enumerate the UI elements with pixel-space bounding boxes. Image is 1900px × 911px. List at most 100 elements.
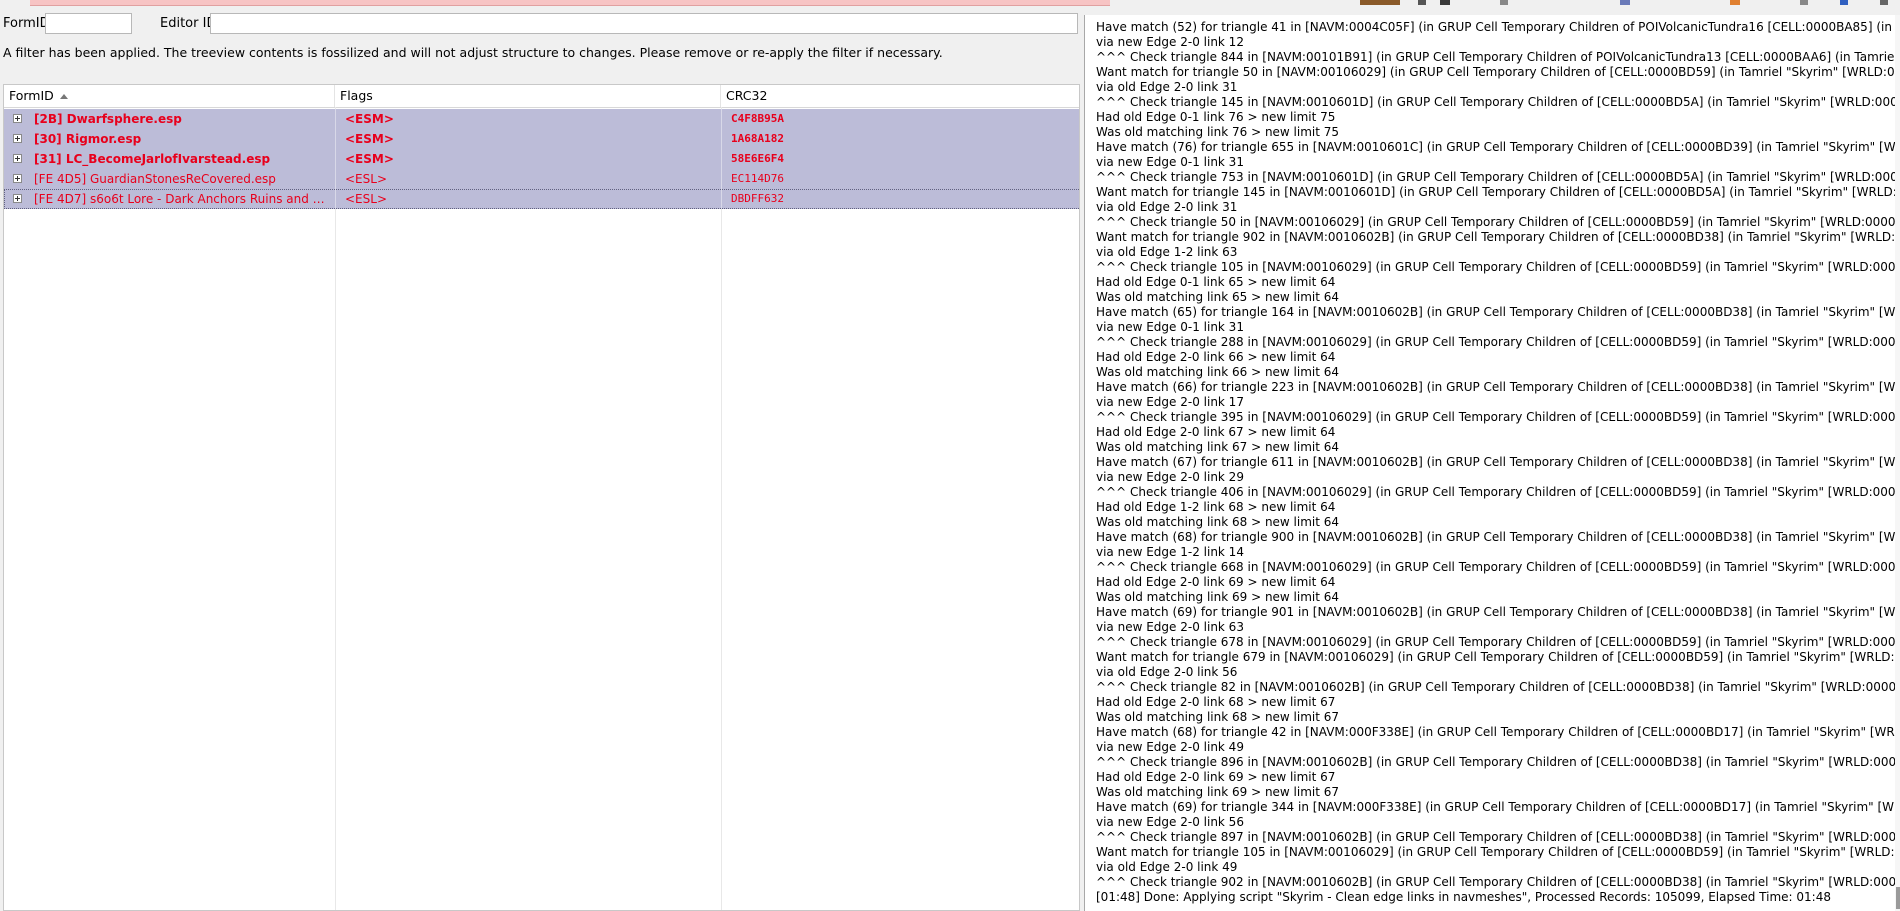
tool-icon-5[interactable] xyxy=(1730,0,1740,5)
column-header-formid[interactable]: FormID xyxy=(4,85,335,107)
expand-icon[interactable] xyxy=(13,114,22,123)
log-line: ^^^ Check triangle 753 in [NAVM:0010601D… xyxy=(1096,170,1900,184)
expand-icon[interactable] xyxy=(13,134,22,143)
tool-icon-4[interactable] xyxy=(1620,0,1630,5)
formid-filter-input[interactable] xyxy=(45,13,132,34)
log-line: Was old matching link 67 > new limit 64 xyxy=(1096,440,1340,454)
log-line: Want match for triangle 145 in [NAVM:001… xyxy=(1096,185,1900,199)
row-flags: <ESM> xyxy=(345,132,394,146)
log-line: Have match (69) for triangle 344 in [NAV… xyxy=(1096,800,1900,814)
cell-divider xyxy=(335,169,336,189)
row-crc32: 1A68A182 xyxy=(731,132,784,145)
log-line: via new Edge 2-0 link 63 xyxy=(1096,620,1244,634)
tree-row[interactable]: [31] LC_BecomeJarlofIvarstead.esp <ESM> … xyxy=(4,149,1079,169)
log-line: Have match (68) for triangle 42 in [NAVM… xyxy=(1096,725,1900,739)
log-line: Had old Edge 2-0 link 67 > new limit 64 xyxy=(1096,425,1336,439)
log-line: via new Edge 1-2 link 14 xyxy=(1096,545,1244,559)
log-line: Had old Edge 2-0 link 69 > new limit 67 xyxy=(1096,770,1336,784)
log-line: Had old Edge 2-0 link 69 > new limit 64 xyxy=(1096,575,1336,589)
log-scrollbar[interactable] xyxy=(1895,15,1900,911)
log-line: via new Edge 0-1 link 31 xyxy=(1096,320,1244,334)
tool-icon-2[interactable] xyxy=(1440,0,1450,5)
expand-icon[interactable] xyxy=(13,174,22,183)
status-banner xyxy=(30,0,1110,6)
log-line: via old Edge 2-0 link 31 xyxy=(1096,200,1238,214)
log-line: via new Edge 2-0 link 29 xyxy=(1096,470,1244,484)
cell-divider xyxy=(721,169,722,189)
log-line: Had old Edge 0-1 link 76 > new limit 75 xyxy=(1096,110,1336,124)
column-header-flags-label: Flags xyxy=(340,88,373,103)
log-line: Was old matching link 65 > new limit 64 xyxy=(1096,290,1340,304)
log-line: Have match (76) for triangle 655 in [NAV… xyxy=(1096,140,1900,154)
tree-row[interactable]: [FE 4D5] GuardianStonesReCovered.esp <ES… xyxy=(4,169,1079,189)
log-line: via old Edge 2-0 link 49 xyxy=(1096,860,1238,874)
log-line: Was old matching link 68 > new limit 64 xyxy=(1096,515,1340,529)
log-line: via new Edge 2-0 link 17 xyxy=(1096,395,1244,409)
log-line: Have match (65) for triangle 164 in [NAV… xyxy=(1096,305,1900,319)
tree-row[interactable]: [2B] Dwarfsphere.esp <ESM> C4F8B95A xyxy=(4,109,1079,129)
row-formid: [FE 4D7] s6o6t Lore - Dark Anchors Ruins… xyxy=(34,192,332,206)
tool-icon-3[interactable] xyxy=(1500,0,1508,5)
tool-icon-1[interactable] xyxy=(1418,0,1426,5)
row-crc32: 58E6E6F4 xyxy=(731,152,784,165)
row-flags: <ESL> xyxy=(345,192,387,206)
record-treeview[interactable]: FormID Flags CRC32 [2B] Dwarfsphere.esp … xyxy=(3,84,1080,911)
log-line: Was old matching link 76 > new limit 75 xyxy=(1096,125,1340,139)
log-line: via old Edge 2-0 link 31 xyxy=(1096,80,1238,94)
tree-row-selected[interactable]: [FE 4D7] s6o6t Lore - Dark Anchors Ruins… xyxy=(4,189,1079,209)
messages-log[interactable]: Have match (52) for triangle 41 in [NAVM… xyxy=(1084,15,1900,911)
column-header-formid-label: FormID xyxy=(9,88,54,103)
tool-icon-7[interactable] xyxy=(1840,0,1848,5)
log-line: Have match (67) for triangle 611 in [NAV… xyxy=(1096,455,1900,469)
log-scrollbar-thumb[interactable] xyxy=(1896,887,1900,909)
log-line: Was old matching link 69 > new limit 64 xyxy=(1096,590,1340,604)
log-line: Want match for triangle 50 in [NAVM:0010… xyxy=(1096,65,1900,79)
log-line: ^^^ Check triangle 145 in [NAVM:0010601D… xyxy=(1096,95,1900,109)
log-line: Have match (68) for triangle 900 in [NAV… xyxy=(1096,530,1900,544)
column-header-crc32[interactable]: CRC32 xyxy=(721,85,1079,107)
log-line: via new Edge 0-1 link 31 xyxy=(1096,155,1244,169)
log-line: Have match (52) for triangle 41 in [NAVM… xyxy=(1096,20,1900,34)
sort-ascending-icon xyxy=(59,94,68,99)
log-line: Want match for triangle 105 in [NAVM:001… xyxy=(1096,845,1900,859)
row-crc32: DBDFF632 xyxy=(731,192,784,205)
editorid-filter-input[interactable] xyxy=(210,13,1078,34)
cell-divider xyxy=(721,129,722,149)
log-line: Want match for triangle 679 in [NAVM:001… xyxy=(1096,650,1900,664)
row-flags: <ESM> xyxy=(345,112,394,126)
cell-divider xyxy=(335,109,336,129)
log-line: ^^^ Check triangle 668 in [NAVM:00106029… xyxy=(1096,560,1900,574)
log-line: ^^^ Check triangle 897 in [NAVM:0010602B… xyxy=(1096,830,1900,844)
log-line: via old Edge 1-2 link 63 xyxy=(1096,245,1238,259)
row-formid: [30] Rigmor.esp xyxy=(34,132,142,146)
tool-icon-6[interactable] xyxy=(1800,0,1808,5)
book-icon[interactable] xyxy=(1360,0,1400,5)
log-line: Want match for triangle 902 in [NAVM:001… xyxy=(1096,230,1900,244)
log-line: [01:48] Done: Applying script "Skyrim - … xyxy=(1096,890,1831,904)
log-line: Was old matching link 66 > new limit 64 xyxy=(1096,365,1340,379)
row-formid: [2B] Dwarfsphere.esp xyxy=(34,112,182,126)
tree-row[interactable]: [30] Rigmor.esp <ESM> 1A68A182 xyxy=(4,129,1079,149)
expand-icon[interactable] xyxy=(13,154,22,163)
editorid-filter-label: Editor ID xyxy=(160,16,217,31)
log-line: Have match (66) for triangle 223 in [NAV… xyxy=(1096,380,1900,394)
expand-icon[interactable] xyxy=(13,194,22,203)
column-header-crc32-label: CRC32 xyxy=(726,88,768,103)
log-line: via new Edge 2-0 link 56 xyxy=(1096,815,1244,829)
log-line: ^^^ Check triangle 105 in [NAVM:00106029… xyxy=(1096,260,1900,274)
row-formid: [FE 4D5] GuardianStonesReCovered.esp xyxy=(34,172,276,186)
row-crc32: EC114D76 xyxy=(731,172,784,185)
row-formid: [31] LC_BecomeJarlofIvarstead.esp xyxy=(34,152,271,166)
log-line: ^^^ Check triangle 844 in [NAVM:00101B91… xyxy=(1096,50,1900,64)
column-divider xyxy=(721,107,722,910)
cell-divider xyxy=(721,149,722,169)
toolbar-icons xyxy=(1290,0,1900,6)
tool-icon-8[interactable] xyxy=(1880,0,1888,5)
log-line: via new Edge 2-0 link 49 xyxy=(1096,740,1244,754)
row-flags: <ESL> xyxy=(345,172,387,186)
cell-divider xyxy=(335,129,336,149)
column-header-flags[interactable]: Flags xyxy=(335,85,721,107)
cell-divider xyxy=(335,149,336,169)
cell-divider xyxy=(721,109,722,129)
cell-divider xyxy=(335,189,336,209)
